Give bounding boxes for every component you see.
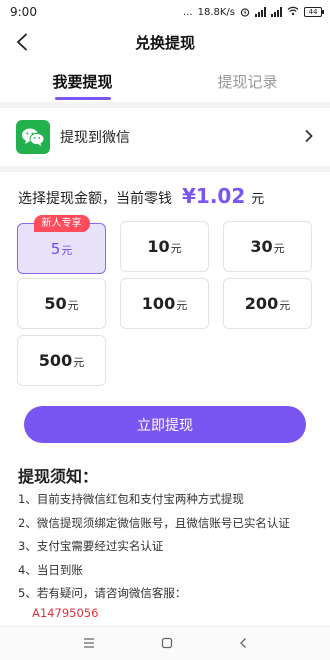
notice-item: 4、当日到账 xyxy=(18,562,83,577)
chevron-left-icon xyxy=(16,33,27,51)
status-time: 9:00 xyxy=(10,5,37,19)
notice-item: 3、支付宝需要经过实名认证 xyxy=(18,539,164,553)
page-title: 兑换提现 xyxy=(134,33,195,52)
tab-bar: 我要提现 提现记录 xyxy=(0,60,330,102)
status-right: ... 18.8K/s 44 xyxy=(183,6,324,19)
amount-value: 100 xyxy=(141,294,176,313)
back-button[interactable] xyxy=(10,30,34,54)
chevron-right-icon xyxy=(304,128,314,147)
amount-option-500[interactable]: 500 元 xyxy=(17,335,106,386)
amount-option-100[interactable]: 100 元 xyxy=(120,278,209,329)
balance-amount: ¥1.02 xyxy=(182,184,245,208)
amount-unit: 元 xyxy=(170,242,182,255)
back-nav-icon[interactable] xyxy=(238,634,248,653)
system-nav-bar xyxy=(0,626,330,660)
menu-icon[interactable] xyxy=(82,634,96,653)
amount-value: 50 xyxy=(44,294,67,313)
amount-unit: 元 xyxy=(67,299,79,312)
withdraw-method-row[interactable]: 提现到微信 xyxy=(0,108,330,166)
amount-option-5[interactable]: 新人专享 5元 xyxy=(17,215,106,274)
notice-title: 提现须知： xyxy=(18,467,99,486)
amount-unit: 元 xyxy=(73,356,85,369)
new-user-badge: 新人专享 xyxy=(33,215,90,232)
balance-unit: 元 xyxy=(251,192,265,207)
notice-item: 1、目前支持微信红包和支付宝两种方式提现 xyxy=(18,492,244,506)
amount-option-10[interactable]: 10 元 xyxy=(120,221,209,272)
wifi-icon xyxy=(287,6,299,19)
tab-withdraw[interactable]: 我要提现 xyxy=(0,60,165,102)
wechat-icon xyxy=(16,120,50,154)
tab-withdraw-records[interactable]: 提现记录 xyxy=(165,60,330,102)
amount-value: 200 xyxy=(244,294,279,313)
notice-item: 2、微信提现须绑定微信账号，且微信账号已实名认证 xyxy=(18,515,290,530)
alarm-icon xyxy=(240,7,250,17)
notice-list: 1、目前支持微信红包和支付宝两种方式提现 2、微信提现须绑定微信账号，且微信账号… xyxy=(18,488,318,606)
withdraw-method-label: 提现到微信 xyxy=(60,130,130,146)
section-divider-2 xyxy=(0,166,330,172)
currency-symbol: ¥ xyxy=(182,184,196,208)
amount-unit: 元 xyxy=(279,299,291,312)
status-bar: 9:00 ... 18.8K/s 44 xyxy=(0,0,330,24)
signal-icon xyxy=(255,7,266,17)
amount-value: 5 xyxy=(50,239,61,258)
amount-value: 10 xyxy=(147,237,170,256)
balance-row: 选择提现金额，当前零钱 ¥1.02 元 xyxy=(18,184,264,208)
amount-value: 30 xyxy=(250,237,273,256)
amount-unit: 元 xyxy=(61,244,73,257)
status-dots: ... xyxy=(183,6,193,18)
home-icon[interactable] xyxy=(161,634,173,653)
amount-option-30[interactable]: 30 元 xyxy=(223,221,312,272)
battery-icon: 44 xyxy=(304,7,324,17)
balance-value: 1.02 xyxy=(195,184,246,208)
withdraw-now-button[interactable]: 立即提现 xyxy=(24,406,306,443)
balance-prefix: 选择提现金额，当前零钱 xyxy=(18,191,172,207)
network-speed: 18.8K/s xyxy=(197,6,235,18)
notice-item: 5、若有疑问，请咨询微信客服： xyxy=(18,586,187,600)
customer-service-id[interactable]: A14795056 xyxy=(32,606,98,620)
signal-icon-2 xyxy=(271,7,282,17)
amount-unit: 元 xyxy=(176,299,188,312)
amount-value: 500 xyxy=(38,351,73,370)
amount-option-50[interactable]: 50 元 xyxy=(17,278,106,329)
header: 兑换提现 xyxy=(0,24,330,60)
amount-option-200[interactable]: 200 元 xyxy=(223,278,312,329)
amount-unit: 元 xyxy=(273,242,285,255)
